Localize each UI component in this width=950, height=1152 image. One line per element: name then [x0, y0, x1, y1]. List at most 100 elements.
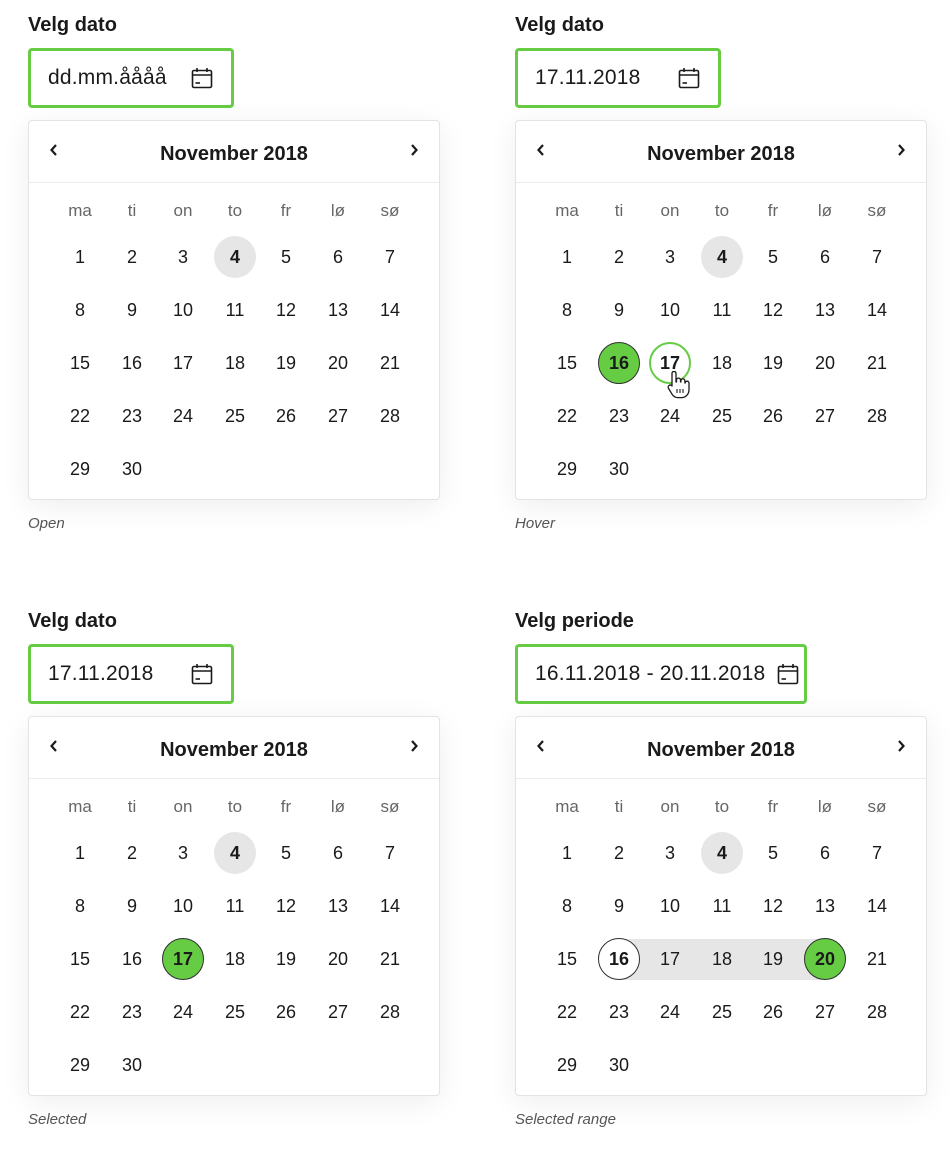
- date-range-input[interactable]: 16.11.2018 - 20.11.2018: [515, 644, 807, 704]
- day-3[interactable]: 3: [649, 236, 691, 278]
- day-10[interactable]: 10: [649, 885, 691, 927]
- day-22[interactable]: 22: [59, 991, 101, 1033]
- day-4[interactable]: 4: [701, 236, 743, 278]
- day-3[interactable]: 3: [649, 832, 691, 874]
- day-30[interactable]: 30: [111, 448, 153, 490]
- day-18[interactable]: 18: [214, 342, 256, 384]
- day-30[interactable]: 30: [111, 1044, 153, 1086]
- day-12[interactable]: 12: [752, 885, 794, 927]
- day-15[interactable]: 15: [546, 938, 588, 980]
- day-8[interactable]: 8: [546, 885, 588, 927]
- day-10[interactable]: 10: [162, 289, 204, 331]
- day-19[interactable]: 19: [752, 938, 794, 980]
- day-23[interactable]: 23: [598, 991, 640, 1033]
- day-11[interactable]: 11: [701, 885, 743, 927]
- day-4[interactable]: 4: [214, 832, 256, 874]
- day-15[interactable]: 15: [59, 938, 101, 980]
- day-26[interactable]: 26: [265, 395, 307, 437]
- day-4[interactable]: 4: [701, 832, 743, 874]
- day-2[interactable]: 2: [111, 236, 153, 278]
- day-14[interactable]: 14: [856, 289, 898, 331]
- day-3[interactable]: 3: [162, 236, 204, 278]
- date-input-value[interactable]: 16.11.2018 - 20.11.2018: [535, 662, 765, 686]
- day-20[interactable]: 20: [804, 342, 846, 384]
- day-2[interactable]: 2: [598, 832, 640, 874]
- day-20[interactable]: 20: [317, 342, 359, 384]
- day-30[interactable]: 30: [598, 448, 640, 490]
- calendar-icon[interactable]: [777, 662, 799, 686]
- day-30[interactable]: 30: [598, 1044, 640, 1086]
- day-28[interactable]: 28: [369, 395, 411, 437]
- day-16[interactable]: 16: [111, 938, 153, 980]
- day-27[interactable]: 27: [317, 395, 359, 437]
- day-6[interactable]: 6: [804, 236, 846, 278]
- day-19[interactable]: 19: [265, 938, 307, 980]
- day-29[interactable]: 29: [546, 1044, 588, 1086]
- day-21[interactable]: 21: [369, 342, 411, 384]
- day-8[interactable]: 8: [59, 289, 101, 331]
- day-15[interactable]: 15: [59, 342, 101, 384]
- day-5[interactable]: 5: [265, 832, 307, 874]
- calendar-icon[interactable]: [676, 66, 702, 90]
- day-16[interactable]: 16: [598, 342, 640, 384]
- day-12[interactable]: 12: [265, 289, 307, 331]
- day-11[interactable]: 11: [701, 289, 743, 331]
- day-27[interactable]: 27: [317, 991, 359, 1033]
- day-27[interactable]: 27: [804, 991, 846, 1033]
- day-8[interactable]: 8: [59, 885, 101, 927]
- day-24[interactable]: 24: [162, 991, 204, 1033]
- day-12[interactable]: 12: [752, 289, 794, 331]
- day-6[interactable]: 6: [804, 832, 846, 874]
- calendar-icon[interactable]: [189, 662, 215, 686]
- day-17[interactable]: 17: [162, 938, 204, 980]
- day-18[interactable]: 18: [701, 938, 743, 980]
- date-input-value[interactable]: dd.mm.åååå: [48, 66, 177, 90]
- calendar-icon[interactable]: [189, 66, 215, 90]
- day-10[interactable]: 10: [162, 885, 204, 927]
- day-20[interactable]: 20: [804, 938, 846, 980]
- day-17[interactable]: 17: [649, 938, 691, 980]
- day-29[interactable]: 29: [546, 448, 588, 490]
- day-7[interactable]: 7: [856, 832, 898, 874]
- day-5[interactable]: 5: [752, 832, 794, 874]
- day-29[interactable]: 29: [59, 448, 101, 490]
- day-5[interactable]: 5: [752, 236, 794, 278]
- day-13[interactable]: 13: [804, 289, 846, 331]
- day-22[interactable]: 22: [59, 395, 101, 437]
- day-14[interactable]: 14: [856, 885, 898, 927]
- day-21[interactable]: 21: [856, 342, 898, 384]
- day-28[interactable]: 28: [856, 991, 898, 1033]
- day-2[interactable]: 2: [598, 236, 640, 278]
- date-input-value[interactable]: 17.11.2018: [48, 662, 177, 686]
- day-25[interactable]: 25: [214, 991, 256, 1033]
- day-13[interactable]: 13: [317, 885, 359, 927]
- day-17[interactable]: 17: [649, 342, 691, 384]
- day-27[interactable]: 27: [804, 395, 846, 437]
- day-25[interactable]: 25: [214, 395, 256, 437]
- day-9[interactable]: 9: [598, 885, 640, 927]
- day-22[interactable]: 22: [546, 395, 588, 437]
- date-input[interactable]: 17.11.2018: [515, 48, 721, 108]
- day-9[interactable]: 9: [598, 289, 640, 331]
- day-12[interactable]: 12: [265, 885, 307, 927]
- day-23[interactable]: 23: [111, 395, 153, 437]
- day-13[interactable]: 13: [317, 289, 359, 331]
- day-29[interactable]: 29: [59, 1044, 101, 1086]
- day-5[interactable]: 5: [265, 236, 307, 278]
- day-4[interactable]: 4: [214, 236, 256, 278]
- date-input-value[interactable]: 17.11.2018: [535, 66, 664, 90]
- day-19[interactable]: 19: [265, 342, 307, 384]
- day-17[interactable]: 17: [162, 342, 204, 384]
- day-6[interactable]: 6: [317, 236, 359, 278]
- day-25[interactable]: 25: [701, 395, 743, 437]
- date-input[interactable]: dd.mm.åååå: [28, 48, 234, 108]
- day-23[interactable]: 23: [111, 991, 153, 1033]
- day-22[interactable]: 22: [546, 991, 588, 1033]
- day-28[interactable]: 28: [369, 991, 411, 1033]
- day-28[interactable]: 28: [856, 395, 898, 437]
- day-2[interactable]: 2: [111, 832, 153, 874]
- day-1[interactable]: 1: [546, 832, 588, 874]
- day-10[interactable]: 10: [649, 289, 691, 331]
- day-7[interactable]: 7: [369, 832, 411, 874]
- day-6[interactable]: 6: [317, 832, 359, 874]
